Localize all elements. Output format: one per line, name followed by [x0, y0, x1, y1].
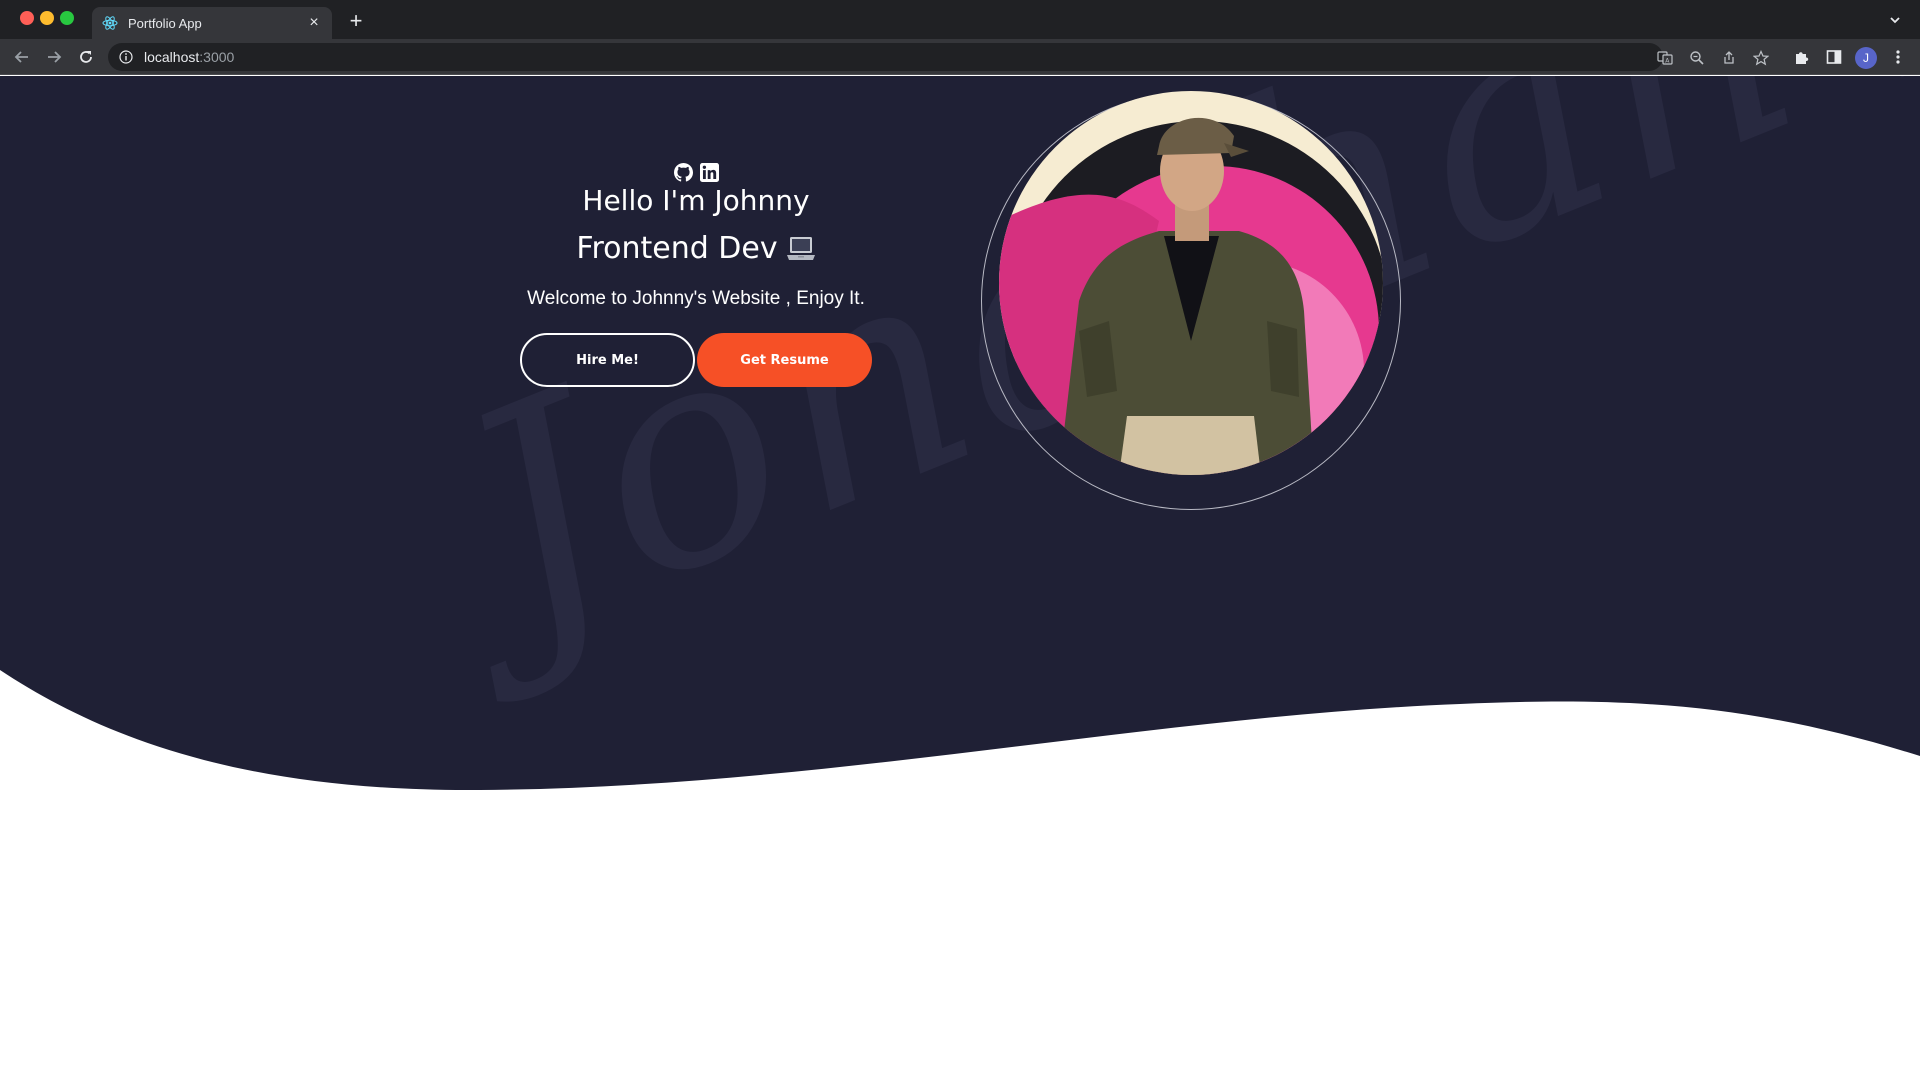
github-icon[interactable]: [673, 162, 693, 182]
social-links: [520, 162, 872, 182]
hero-role: Frontend Dev: [520, 231, 872, 266]
hero-welcome-text: Welcome to Johnny's Website , Enjoy It.: [527, 288, 865, 309]
hero-buttons: Hire Me! Get Resume: [520, 333, 872, 387]
react-icon: [102, 15, 118, 31]
minimize-window-button[interactable]: [40, 11, 54, 25]
bookmark-star-icon[interactable]: [1752, 49, 1770, 67]
tab-title: Portfolio App: [128, 15, 202, 31]
address-bar[interactable]: localhost:3000 A: [108, 43, 1769, 71]
hire-me-button[interactable]: Hire Me!: [520, 333, 696, 387]
reload-icon[interactable]: [74, 45, 98, 69]
extensions-puzzle-icon[interactable]: [1791, 46, 1813, 68]
laptop-icon: [786, 235, 816, 263]
more-menu-icon[interactable]: [1887, 46, 1909, 68]
share-icon[interactable]: [1720, 49, 1738, 67]
translate-icon[interactable]: A: [1656, 49, 1674, 67]
zoom-icon[interactable]: [1688, 49, 1706, 67]
page-viewport: Jonathan Doe Hello I'm Johnny Frontend D…: [0, 76, 1920, 1076]
back-arrow-icon[interactable]: [10, 45, 34, 69]
new-tab-button[interactable]: +: [344, 8, 368, 33]
maximize-window-button[interactable]: [60, 11, 74, 25]
browser-tab[interactable]: Portfolio App ×: [92, 7, 332, 39]
get-resume-button[interactable]: Get Resume: [697, 333, 872, 387]
tab-close-icon[interactable]: ×: [306, 14, 322, 31]
side-panel-icon[interactable]: [1823, 46, 1845, 68]
profile-photo: [999, 91, 1383, 475]
url-host: localhost: [144, 49, 200, 65]
hero-intro: Hello I'm Johnny Frontend Dev Welcome to…: [520, 162, 872, 387]
site-info-icon[interactable]: [118, 49, 134, 65]
browser-toolbar: localhost:3000 A J: [0, 39, 1920, 75]
profile-avatar[interactable]: J: [1855, 47, 1877, 69]
browser-titlebar: Portfolio App × +: [0, 0, 1920, 39]
forward-arrow-icon[interactable]: [42, 45, 66, 69]
close-window-button[interactable]: [20, 11, 34, 25]
hero-role-text: Frontend Dev: [576, 231, 778, 266]
url-port: :3000: [199, 49, 235, 65]
tab-search-chevron-icon[interactable]: [1884, 9, 1906, 31]
hero-greeting: Hello I'm Johnny: [582, 184, 810, 217]
linkedin-icon[interactable]: [699, 162, 719, 182]
